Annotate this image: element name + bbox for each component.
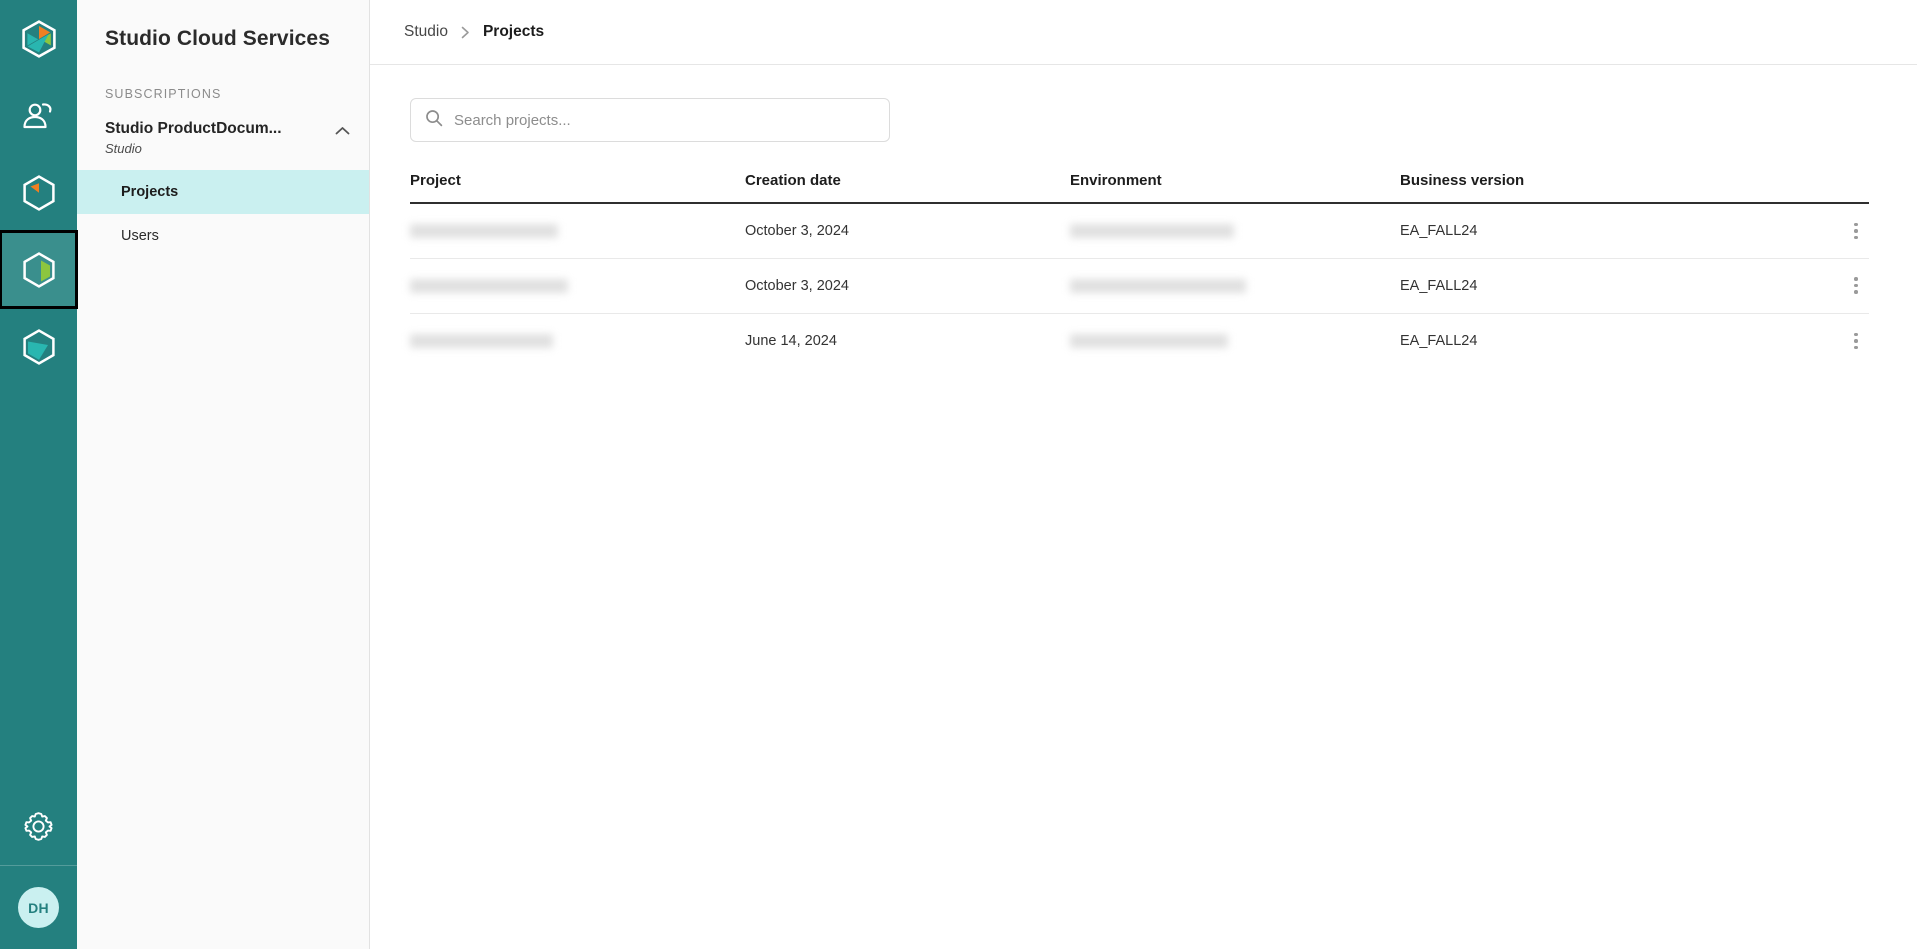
hexagon-logo-icon bbox=[22, 20, 56, 58]
products-nav[interactable] bbox=[0, 154, 77, 231]
table-row[interactable]: October 3, 2024 EA_FALL24 bbox=[410, 203, 1869, 258]
cell-creation-date: October 3, 2024 bbox=[745, 258, 1070, 313]
redacted-environment-name bbox=[1070, 334, 1228, 348]
table-head: Project Creation date Environment Busine… bbox=[410, 172, 1869, 203]
cell-actions bbox=[1809, 313, 1869, 368]
rail-bottom: DH bbox=[0, 788, 77, 949]
breadcrumb: Studio Projects bbox=[370, 0, 1917, 65]
column-header-environment[interactable]: Environment bbox=[1070, 172, 1400, 203]
redacted-project-name bbox=[410, 279, 568, 293]
sidebar-item-label: Projects bbox=[121, 184, 178, 200]
users-nav[interactable] bbox=[0, 77, 77, 154]
subscription-panel: Studio Cloud Services SUBSCRIPTIONS Stud… bbox=[77, 0, 370, 949]
table-row[interactable]: October 3, 2024 EA_FALL24 bbox=[410, 258, 1869, 313]
column-header-creation-date[interactable]: Creation date bbox=[745, 172, 1070, 203]
chevron-right-icon bbox=[460, 27, 471, 38]
subscription-name: Studio ProductDocum... bbox=[105, 119, 333, 138]
cell-actions bbox=[1809, 258, 1869, 313]
app-root: DH Studio Cloud Services SUBSCRIPTIONS S… bbox=[0, 0, 1917, 949]
designer-nav[interactable] bbox=[0, 308, 77, 385]
cell-business-version: EA_FALL24 bbox=[1400, 203, 1809, 258]
table-header-row: Project Creation date Environment Busine… bbox=[410, 172, 1869, 203]
main-content: Studio Projects bbox=[370, 0, 1917, 949]
brand-logo[interactable] bbox=[0, 0, 77, 77]
cell-actions bbox=[1809, 203, 1869, 258]
table-row[interactable]: June 14, 2024 EA_FALL24 bbox=[410, 313, 1869, 368]
cell-creation-date: June 14, 2024 bbox=[745, 313, 1070, 368]
kebab-holder bbox=[1809, 273, 1869, 299]
icon-rail: DH bbox=[0, 0, 77, 949]
cloud-services-nav[interactable] bbox=[0, 231, 77, 308]
cell-environment bbox=[1070, 258, 1400, 313]
search-input[interactable] bbox=[454, 112, 875, 129]
subscription-selector[interactable]: Studio ProductDocum... Studio bbox=[77, 101, 369, 170]
redacted-project-name bbox=[410, 334, 553, 348]
user-avatar-button[interactable]: DH bbox=[0, 866, 77, 949]
kebab-menu-icon[interactable] bbox=[1843, 218, 1869, 244]
redacted-environment-name bbox=[1070, 224, 1234, 238]
kebab-menu-icon[interactable] bbox=[1843, 273, 1869, 299]
column-header-business-version[interactable]: Business version bbox=[1400, 172, 1809, 203]
cell-business-version: EA_FALL24 bbox=[1400, 258, 1809, 313]
cell-environment bbox=[1070, 203, 1400, 258]
table-body: October 3, 2024 EA_FALL24 October 3, 2024 E… bbox=[410, 203, 1869, 368]
avatar: DH bbox=[18, 887, 59, 928]
projects-table: Project Creation date Environment Busine… bbox=[410, 172, 1869, 368]
sidebar-item-projects[interactable]: Projects bbox=[77, 170, 369, 214]
redacted-project-name bbox=[410, 224, 558, 238]
hexagon-teal-wedge-icon bbox=[23, 329, 55, 365]
search-box[interactable] bbox=[410, 98, 890, 142]
subscription-text: Studio ProductDocum... Studio bbox=[105, 119, 333, 156]
cell-project[interactable] bbox=[410, 258, 745, 313]
cell-creation-date: October 3, 2024 bbox=[745, 203, 1070, 258]
breadcrumb-item-studio[interactable]: Studio bbox=[404, 23, 448, 41]
chevron-up-icon[interactable] bbox=[333, 122, 351, 140]
settings-button[interactable] bbox=[0, 788, 77, 865]
kebab-holder bbox=[1809, 218, 1869, 244]
search-icon bbox=[425, 109, 443, 132]
subscriptions-section-label: SUBSCRIPTIONS bbox=[77, 51, 369, 101]
page-title: Studio Cloud Services bbox=[77, 0, 369, 51]
hexagon-orange-wedge-icon bbox=[23, 175, 55, 211]
kebab-menu-icon[interactable] bbox=[1843, 328, 1869, 354]
sidebar-item-label: Users bbox=[121, 228, 159, 244]
column-header-project[interactable]: Project bbox=[410, 172, 745, 203]
gear-icon bbox=[23, 811, 54, 842]
cell-business-version: EA_FALL24 bbox=[1400, 313, 1809, 368]
sidebar-item-users[interactable]: Users bbox=[77, 214, 369, 258]
projects-content: Project Creation date Environment Busine… bbox=[370, 65, 1917, 368]
hexagon-green-wedge-icon bbox=[23, 252, 55, 288]
breadcrumb-item-projects: Projects bbox=[483, 23, 544, 41]
kebab-holder bbox=[1809, 328, 1869, 354]
column-header-actions bbox=[1809, 172, 1869, 203]
redacted-environment-name bbox=[1070, 279, 1246, 293]
cell-project[interactable] bbox=[410, 203, 745, 258]
people-icon bbox=[22, 101, 56, 131]
subscription-type: Studio bbox=[105, 141, 333, 156]
cell-project[interactable] bbox=[410, 313, 745, 368]
cell-environment bbox=[1070, 313, 1400, 368]
